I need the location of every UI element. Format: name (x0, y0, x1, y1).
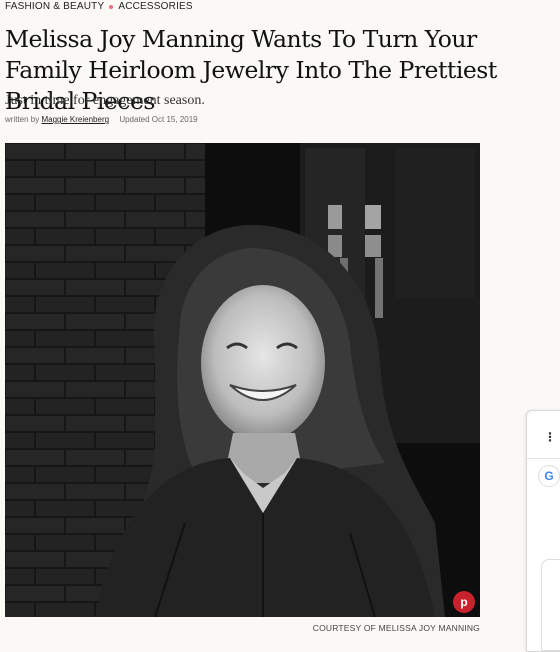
more-options-icon[interactable]: ⋮ (544, 431, 556, 443)
byline: written by Maggie Kreienberg Updated Oct… (5, 115, 198, 124)
panel-card (541, 559, 560, 651)
side-panel: ⋮ G (526, 410, 560, 652)
breadcrumb: FASHION & BEAUTY ACCESSORIES (5, 1, 193, 12)
pinterest-save-button[interactable]: p (453, 591, 475, 613)
panel-divider (527, 458, 560, 459)
breadcrumb-subcategory-link[interactable]: ACCESSORIES (118, 1, 192, 12)
byline-prefix: written by (5, 115, 40, 124)
hero-photo (5, 143, 480, 617)
author-link[interactable]: Maggie Kreienberg (41, 115, 109, 124)
updated-date: Updated Oct 15, 2019 (119, 115, 198, 124)
photo-credit: COURTESY OF MELISSA JOY MANNING (312, 623, 480, 633)
google-icon[interactable]: G (538, 465, 560, 487)
breadcrumb-separator-dot (109, 4, 114, 9)
breadcrumb-category-link[interactable]: FASHION & BEAUTY (5, 1, 104, 12)
hero-image (5, 143, 480, 617)
article-dek: Just in time for engagement season. (5, 93, 205, 108)
